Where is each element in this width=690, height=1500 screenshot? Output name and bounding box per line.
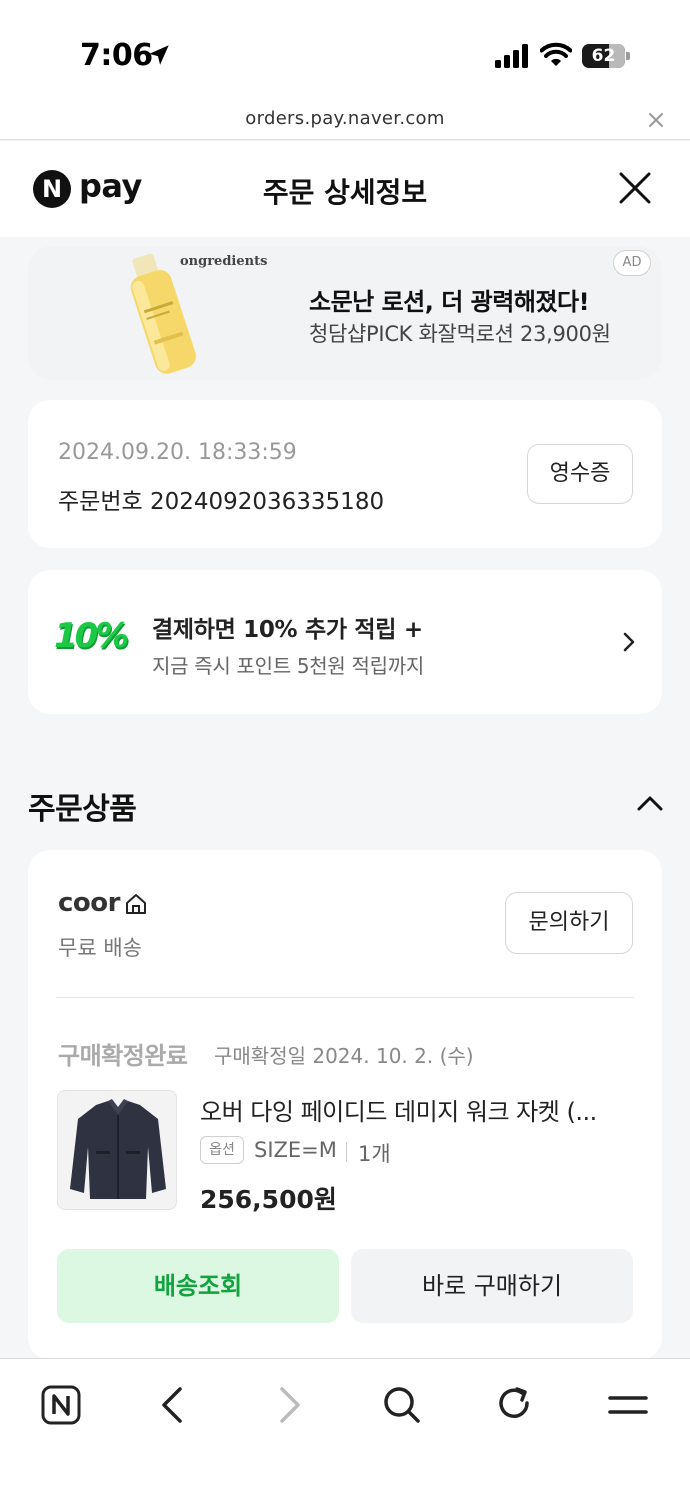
section-title-order-items: 주문상품 bbox=[28, 792, 137, 827]
option-value: SIZE=M bbox=[254, 1138, 337, 1162]
close-icon[interactable] bbox=[646, 110, 666, 130]
store-home-icon[interactable] bbox=[124, 892, 148, 916]
inquiry-button[interactable]: 문의하기 bbox=[505, 892, 633, 954]
ad-banner[interactable]: ongredients 소문난 로션, 더 광력해졌다! 청담샵PICK 화잘먹… bbox=[28, 246, 662, 380]
back-icon[interactable] bbox=[152, 1383, 196, 1427]
option-separator bbox=[346, 1142, 347, 1162]
ad-tag: AD bbox=[613, 250, 651, 276]
cellular-signal-icon bbox=[495, 44, 528, 68]
buy-now-button[interactable]: 바로 구매하기 bbox=[351, 1249, 633, 1323]
receipt-button[interactable]: 영수증 bbox=[527, 444, 633, 504]
page-header: N pay 주문 상세정보 bbox=[0, 141, 690, 237]
ad-headline: 소문난 로션, 더 광력해졌다! bbox=[309, 288, 590, 316]
point-promo-title: 결제하면 10% 추가 적립 + bbox=[152, 617, 423, 643]
point-promo-subtitle: 지금 즉시 포인트 5천원 적립까지 bbox=[152, 654, 424, 678]
battery-indicator: 62 bbox=[582, 44, 630, 68]
ten-percent-badge: 10% bbox=[54, 616, 129, 656]
naver-home-icon[interactable] bbox=[39, 1383, 83, 1427]
chevron-up-icon[interactable] bbox=[636, 792, 664, 816]
product-name[interactable]: 오버 다잉 페이디드 데미지 워크 자켓 (... bbox=[200, 1092, 597, 1127]
ad-brand: ongredients bbox=[180, 254, 268, 269]
ad-subtext: 청담샵PICK 화잘먹로션 23,900원 bbox=[309, 322, 611, 346]
option-badge: 옵션 bbox=[200, 1136, 244, 1164]
browser-toolbar bbox=[0, 1358, 690, 1500]
status-bar: 7:06 62 bbox=[0, 0, 690, 100]
point-promo-card[interactable]: 10% 결제하면 10% 추가 적립 + 지금 즉시 포인트 5천원 적립까지 bbox=[28, 570, 662, 714]
close-icon[interactable] bbox=[616, 169, 654, 207]
forward-icon[interactable] bbox=[266, 1383, 310, 1427]
shipping-info: 무료 배송 bbox=[58, 936, 142, 960]
url-text[interactable]: orders.pay.naver.com bbox=[0, 108, 690, 129]
order-number: 주문번호 2024092036335180 bbox=[58, 489, 385, 515]
shop-name[interactable]: coor bbox=[58, 888, 120, 918]
product-price: 256,500원 bbox=[200, 1185, 337, 1214]
search-icon[interactable] bbox=[380, 1383, 424, 1427]
product-quantity: 1개 bbox=[358, 1142, 391, 1166]
divider bbox=[56, 997, 634, 998]
location-arrow-icon bbox=[149, 45, 169, 65]
browser-url-bar[interactable]: orders.pay.naver.com bbox=[0, 100, 690, 140]
order-info-card: 2024.09.20. 18:33:59 주문번호 20240920363351… bbox=[28, 400, 662, 548]
track-delivery-button[interactable]: 배송조회 bbox=[57, 1249, 339, 1323]
order-status: 구매확정완료 bbox=[58, 1042, 188, 1070]
refresh-icon[interactable] bbox=[493, 1383, 537, 1427]
wifi-icon bbox=[540, 42, 572, 66]
chevron-right-icon bbox=[623, 632, 635, 652]
product-thumbnail[interactable] bbox=[57, 1090, 177, 1210]
jacket-image bbox=[70, 1099, 166, 1199]
page-title: 주문 상세정보 bbox=[262, 176, 428, 209]
order-item-card: coor 무료 배송 문의하기 구매확정완료 구매확정일 2024. 10. 2… bbox=[28, 850, 662, 1360]
menu-icon[interactable] bbox=[606, 1383, 650, 1427]
purchase-confirm-date: 구매확정일 2024. 10. 2. (수) bbox=[214, 1044, 474, 1068]
status-time: 7:06 bbox=[80, 38, 153, 73]
order-date: 2024.09.20. 18:33:59 bbox=[58, 440, 297, 465]
battery-level: 62 bbox=[591, 46, 616, 66]
